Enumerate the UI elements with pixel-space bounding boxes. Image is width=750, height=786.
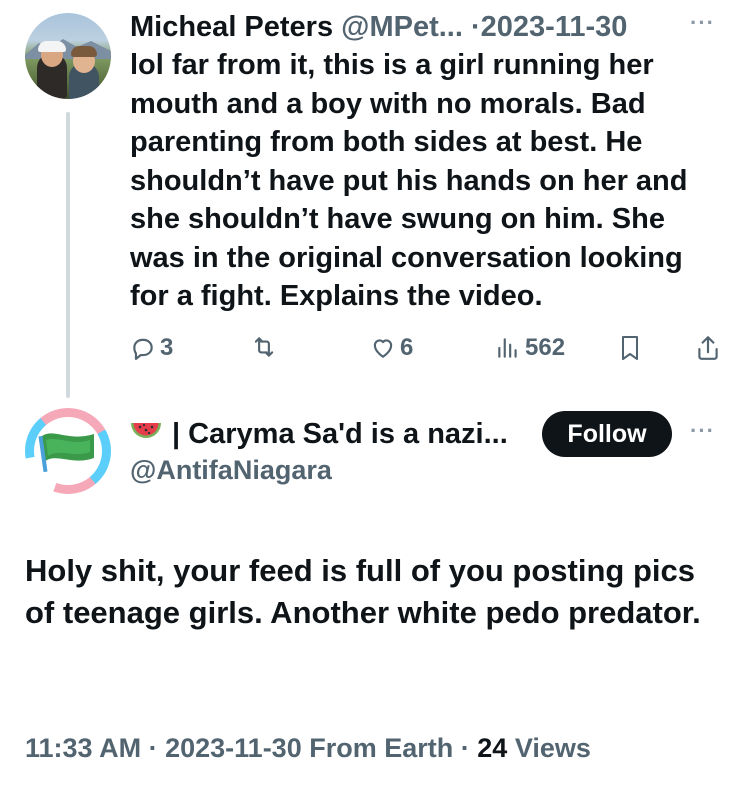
watermelon-icon [130, 416, 162, 452]
separator-dot: · [148, 733, 158, 763]
reply-count: 3 [160, 334, 174, 361]
more-options-icon[interactable]: ··· [690, 10, 715, 36]
post-date[interactable]: 2023-11-30 [481, 11, 628, 43]
author-handle[interactable]: @MPet... [341, 11, 463, 43]
main-post-text: Holy shit, your feed is full of you post… [25, 553, 701, 630]
reply-icon [133, 338, 153, 360]
post-metadata: 11:33 AM · 2023-11-30 From Earth · 24 Vi… [25, 733, 591, 764]
like-button[interactable]: 6 [370, 334, 413, 362]
repost-icon [254, 337, 274, 357]
reply-post-text: lol far from it, this is a girl running … [130, 49, 688, 312]
post-time[interactable]: 11:33 AM [25, 733, 141, 763]
share-button[interactable] [695, 334, 721, 362]
like-count: 6 [400, 334, 414, 361]
bookmark-button[interactable] [618, 334, 642, 362]
author-name[interactable]: | Caryma Sa'd is a nazi... [172, 416, 508, 452]
antifa-flag-icon [38, 433, 94, 473]
author-name[interactable]: Micheal Peters [130, 11, 333, 43]
thread-connector-line [66, 112, 70, 398]
separator-dot: · [470, 11, 481, 43]
separator-dot: · [460, 733, 470, 763]
avatar[interactable] [25, 13, 111, 99]
more-options-icon[interactable]: ··· [690, 418, 715, 444]
author-handle[interactable]: @AntifaNiagara [130, 455, 332, 486]
avatar[interactable] [25, 408, 111, 494]
views-count: 562 [525, 334, 566, 361]
views-label: Views [514, 733, 591, 763]
reply-button[interactable]: 3 [130, 334, 173, 362]
analytics-icon [498, 338, 517, 358]
action-bar: 3 6 562 [130, 334, 730, 366]
author-name-row: | Caryma Sa'd is a nazi... [130, 416, 508, 452]
views-button[interactable]: 562 [495, 334, 565, 362]
repost-button[interactable] [250, 334, 282, 360]
bookmark-icon [622, 336, 638, 360]
post-date-source[interactable]: 2023-11-30 From Earth [165, 733, 453, 763]
follow-button[interactable]: Follow [542, 411, 672, 457]
views-count[interactable]: 24 [477, 733, 507, 763]
reply-post-header: Micheal Peters @MPet... ·2023-11-30 [130, 8, 627, 46]
heart-icon [373, 339, 393, 358]
share-icon [698, 336, 718, 360]
